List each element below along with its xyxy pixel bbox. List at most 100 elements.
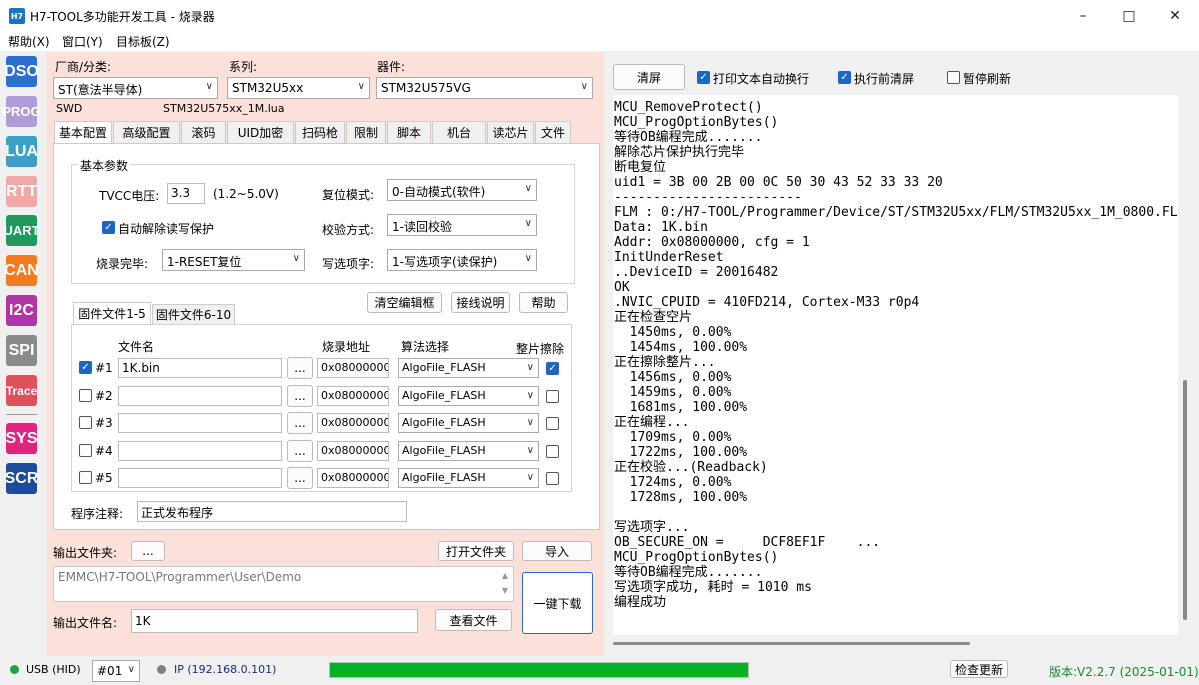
sidebar-item-trace[interactable]: Trace xyxy=(6,375,37,406)
file-row-checkbox[interactable]: ✓ xyxy=(79,361,92,374)
view-file-button[interactable]: 查看文件 xyxy=(435,609,512,631)
address-input[interactable]: 0x08000000 xyxy=(317,358,389,378)
address-input[interactable]: 0x08000000 xyxy=(317,468,389,488)
chevron-down-icon: ∨ xyxy=(357,81,365,92)
file-row-checkbox[interactable] xyxy=(79,471,92,484)
log-line: OK xyxy=(614,280,630,295)
clear-before-checkbox[interactable]: ✓ xyxy=(838,71,851,84)
sidebar-item-dso[interactable]: DSO xyxy=(4,56,39,87)
pause-refresh-checkbox[interactable] xyxy=(947,71,960,84)
tab-firmware-6-10[interactable]: 固件文件6-10 xyxy=(152,304,235,324)
menu-help[interactable]: 帮助(X) xyxy=(8,33,50,50)
log-vertical-scrollbar[interactable] xyxy=(1183,380,1187,620)
tab-advanced-config[interactable]: 高级配置 xyxy=(113,121,180,143)
tab-limit[interactable]: 限制 xyxy=(346,121,386,143)
sidebar-item-prog[interactable]: PROG xyxy=(2,96,41,127)
option-bytes-select[interactable]: 1-写选项字(读保护) ∨ xyxy=(387,249,537,271)
import-button[interactable]: 导入 xyxy=(522,541,592,561)
file-row-checkbox[interactable] xyxy=(79,389,92,402)
tab-rolling-code[interactable]: 滚码 xyxy=(181,121,226,143)
file-browse-button[interactable]: ... xyxy=(287,440,313,462)
output-name-input[interactable]: 1K xyxy=(131,609,418,633)
vendor-select[interactable]: ST(意法半导体) ∨ xyxy=(53,77,218,99)
ip-status-label: IP (192.168.0.101) xyxy=(174,663,277,676)
maximize-button[interactable]: □ xyxy=(1106,0,1152,31)
tvcc-input[interactable]: 3.3 xyxy=(167,183,205,204)
output-folder-path[interactable]: EMMC\H7-TOOL\Programmer\User\Demo xyxy=(53,566,514,602)
file-name-input[interactable]: 1K.bin xyxy=(118,358,282,378)
address-input[interactable]: 0x08000000 xyxy=(317,413,389,433)
close-button[interactable]: ✕ xyxy=(1152,0,1198,31)
note-input[interactable]: 正式发布程序 xyxy=(137,501,407,522)
file-row-checkbox[interactable] xyxy=(79,416,92,429)
algorithm-select[interactable]: AlgoFile_FLASH ∨ xyxy=(398,441,539,461)
auto-unlock-checkbox[interactable]: ✓ xyxy=(102,221,115,234)
auto-wrap-checkbox[interactable]: ✓ xyxy=(697,71,710,84)
clear-screen-button[interactable]: 清屏 xyxy=(613,64,685,90)
tab-firmware-1-5[interactable]: 固件文件1-5 xyxy=(73,302,151,324)
sidebar-item-scr[interactable]: SCR xyxy=(5,463,38,494)
file-row-checkbox[interactable] xyxy=(79,444,92,457)
chip-erase-checkbox[interactable]: ✓ xyxy=(546,362,559,375)
tab-basic-config[interactable]: 基本配置 xyxy=(54,121,112,143)
file-name-input[interactable] xyxy=(118,441,282,461)
help-button[interactable]: 帮助 xyxy=(519,292,568,313)
tab-script[interactable]: 脚本 xyxy=(387,121,431,143)
sidebar-item-i2c[interactable]: I2C xyxy=(6,295,37,326)
series-select[interactable]: STM32U5xx ∨ xyxy=(227,77,370,99)
menu-window[interactable]: 窗口(Y) xyxy=(62,33,103,50)
log-console[interactable]: MCU_RemoveProtect() MCU_ProgOptionBytes()… xyxy=(613,95,1178,635)
verify-select[interactable]: 1-读回校验 ∨ xyxy=(387,214,537,236)
tab-machine[interactable]: 机台 xyxy=(432,121,486,143)
minimize-button[interactable]: – xyxy=(1060,0,1106,31)
file-browse-button[interactable]: ... xyxy=(287,357,313,379)
file-browse-button[interactable]: ... xyxy=(287,467,313,489)
tab-uid-encrypt[interactable]: UID加密 xyxy=(227,121,294,143)
tab-file[interactable]: 文件 xyxy=(535,121,571,143)
address-input[interactable]: 0x08000000 xyxy=(317,441,389,461)
log-line: 1450ms, 0.00% xyxy=(614,325,732,340)
sidebar-item-lua[interactable]: LUA xyxy=(5,136,38,167)
chip-erase-checkbox[interactable] xyxy=(546,417,559,430)
chip-erase-checkbox[interactable] xyxy=(546,390,559,403)
address-input[interactable]: 0x08000000 xyxy=(317,386,389,406)
file-browse-button[interactable]: ... xyxy=(287,385,313,407)
auto-wrap-label: 打印文本自动换行 xyxy=(713,72,810,86)
file-name-input[interactable] xyxy=(118,468,282,488)
log-line: FLM : 0:/H7-TOOL/Programmer/Device/ST/ST… xyxy=(614,205,1178,220)
tab-read-chip[interactable]: 读芯片 xyxy=(487,121,534,143)
output-folder-label: 输出文件夹: xyxy=(53,546,118,560)
chevron-down-icon: ∨ xyxy=(292,253,300,264)
wiring-button[interactable]: 接线说明 xyxy=(451,292,510,313)
algorithm-select[interactable]: AlgoFile_FLASH ∨ xyxy=(398,413,539,433)
check-update-button[interactable]: 检查更新 xyxy=(950,660,1008,678)
after-select[interactable]: 1-RESET复位 ∨ xyxy=(162,249,305,271)
file-browse-button[interactable]: ... xyxy=(287,412,313,434)
clear-edit-button[interactable]: 清空编辑框 xyxy=(367,292,442,313)
menu-target-board[interactable]: 目标板(Z) xyxy=(116,33,170,50)
sidebar-item-uart[interactable]: UART xyxy=(3,215,40,246)
open-folder-button[interactable]: 打开文件夹 xyxy=(438,541,514,561)
sidebar-item-spi[interactable]: SPI xyxy=(6,335,37,366)
log-horizontal-scrollbar[interactable] xyxy=(613,642,970,645)
sidebar-item-sys[interactable]: SYS xyxy=(6,423,38,454)
file-name-input[interactable] xyxy=(118,413,282,433)
reset-mode-select[interactable]: 0-自动模式(软件) ∨ xyxy=(387,179,537,201)
tab-scanner[interactable]: 扫码枪 xyxy=(295,121,345,143)
file-name-input[interactable] xyxy=(118,386,282,406)
sidebar-item-can[interactable]: CAN xyxy=(4,255,39,286)
after-label: 烧录完毕: xyxy=(96,257,149,271)
output-folder-browse-button[interactable]: ... xyxy=(131,541,165,561)
algorithm-select[interactable]: AlgoFile_FLASH ∨ xyxy=(398,468,539,488)
sidebar-item-rtt[interactable]: RTT xyxy=(6,176,37,207)
algorithm-select[interactable]: AlgoFile_FLASH ∨ xyxy=(398,358,539,378)
one-key-download-button[interactable]: 一键下载 xyxy=(522,572,593,634)
chip-erase-checkbox[interactable] xyxy=(546,445,559,458)
port-select[interactable]: #01 ∨ xyxy=(92,660,140,682)
log-line: MCU_ProgOptionBytes() xyxy=(614,550,779,565)
part-select[interactable]: STM32U575VG ∨ xyxy=(376,77,593,99)
log-line: 正在校验...(Readback) xyxy=(614,460,768,475)
algorithm-select[interactable]: AlgoFile_FLASH ∨ xyxy=(398,386,539,406)
chip-erase-checkbox[interactable] xyxy=(546,472,559,485)
path-scrollbar[interactable]: ▲ ▼ xyxy=(499,568,511,600)
